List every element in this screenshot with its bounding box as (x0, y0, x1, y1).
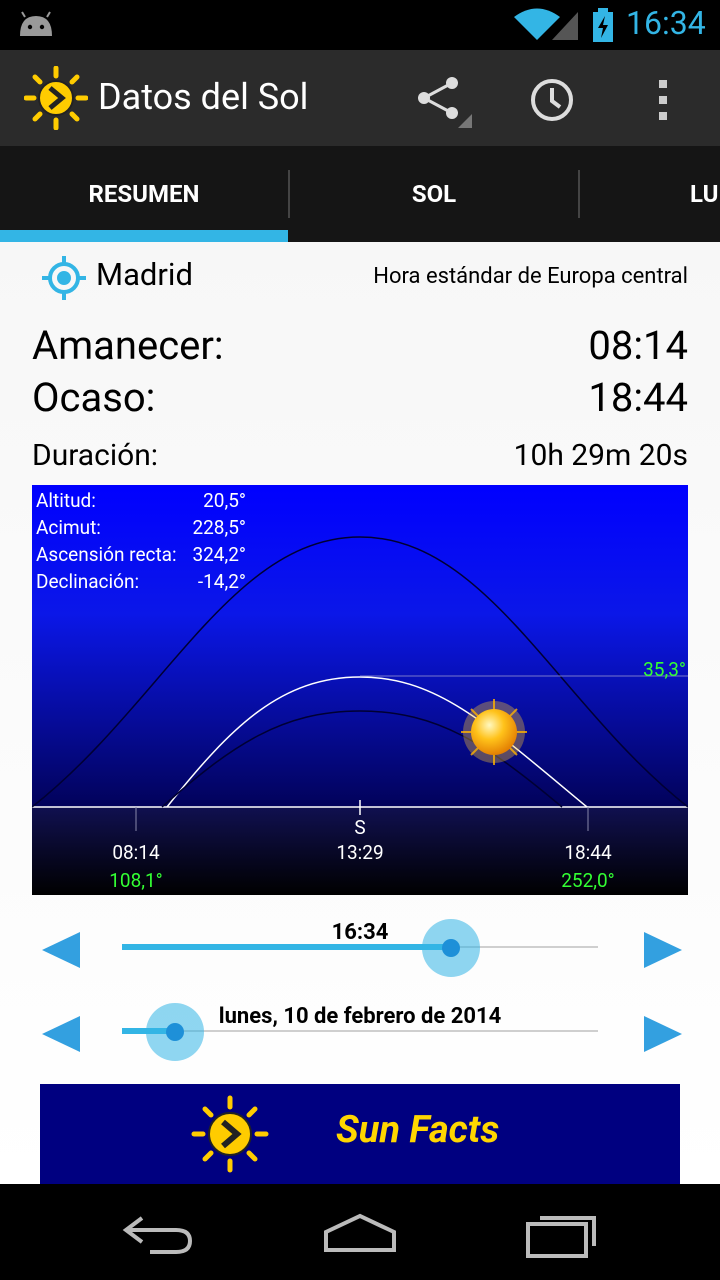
status-bar: 16:34 (0, 0, 720, 50)
set-azimuth-label: 252,0° (561, 869, 615, 892)
date-prev-arrow-icon[interactable] (40, 1014, 84, 1054)
timezone-name: Hora estándar de Europa central (373, 264, 688, 289)
app-title: Datos del Sol (98, 76, 309, 118)
home-icon[interactable] (320, 1212, 400, 1256)
content-area: Madrid Hora estándar de Europa central A… (0, 242, 720, 1184)
sky-area (32, 485, 688, 807)
azimuth-value: 228,5° (192, 516, 246, 539)
date-slider-label: lunes, 10 de febrero de 2014 (218, 1004, 502, 1029)
time-next-arrow-icon[interactable] (640, 930, 684, 970)
time-slider-label: 16:34 (331, 920, 389, 945)
tab-luna[interactable]: LU (690, 146, 720, 242)
action-bar: Datos del Sol (0, 50, 720, 146)
android-icon (20, 11, 52, 36)
rise-azimuth-label: 108,1° (109, 869, 163, 892)
tab-bar: RESUMEN SOL LU (0, 146, 720, 242)
rise-time-label: 08:14 (112, 841, 160, 864)
recent-apps-icon[interactable] (524, 1210, 604, 1260)
navigation-bar (0, 1184, 720, 1280)
duration-value: 10h 29m 20s (513, 438, 688, 473)
sunrise-label: Amanecer: (32, 322, 224, 369)
right-ascension-label: Ascensión recta: (36, 543, 177, 566)
app-sun-logo-icon[interactable] (24, 66, 88, 130)
back-icon[interactable] (120, 1212, 200, 1256)
city-name[interactable]: Madrid (96, 256, 193, 293)
time-prev-arrow-icon[interactable] (40, 930, 84, 970)
clock-icon[interactable] (530, 78, 574, 122)
status-time: 16:34 (626, 4, 706, 42)
noon-time-label: 13:29 (336, 841, 384, 864)
overflow-menu-icon[interactable] (656, 80, 670, 120)
tab-resumen[interactable]: RESUMEN (0, 146, 288, 242)
sun-facts-logo-icon (191, 1095, 269, 1173)
tab-divider (578, 170, 580, 218)
tab-sol[interactable]: SOL (290, 146, 578, 242)
right-ascension-value: 324,2° (192, 543, 246, 566)
tab-selected-indicator (0, 230, 288, 242)
location-icon[interactable] (40, 254, 88, 302)
battery-charging-icon (593, 8, 613, 42)
max-altitude-value: 35,3° (643, 658, 686, 681)
azimuth-label: Acimut: (36, 516, 101, 539)
sunrise-time: 08:14 (588, 322, 688, 369)
declination-label: Declinación: (36, 570, 140, 593)
sun-facts-title: Sun Facts (336, 1108, 500, 1152)
south-label: S (354, 816, 366, 839)
altitude-value: 20,5° (203, 489, 246, 512)
date-next-arrow-icon[interactable] (640, 1014, 684, 1054)
sunset-time: 18:44 (588, 374, 688, 421)
declination-value: -14,2° (197, 570, 246, 593)
altitude-label: Altitud: (36, 489, 96, 512)
set-time-label: 18:44 (564, 841, 612, 864)
share-icon[interactable] (412, 76, 474, 128)
sun-facts-banner[interactable]: Sun Facts (40, 1084, 680, 1184)
sunset-label: Ocaso: (32, 374, 156, 421)
duration-label: Duración: (32, 438, 159, 473)
time-slider-thumb[interactable] (422, 919, 480, 977)
signal-icon (552, 12, 578, 40)
